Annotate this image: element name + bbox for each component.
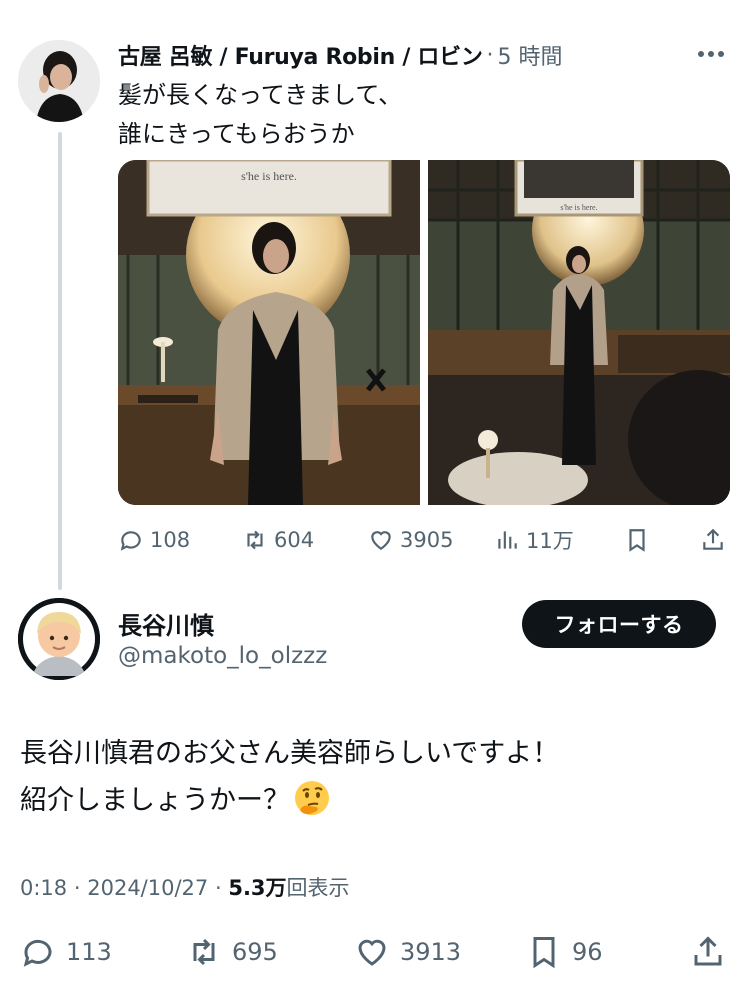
avatar[interactable]	[18, 40, 100, 122]
thinking-face-icon	[295, 781, 329, 815]
user-handle[interactable]: @makoto_lo_olzzz	[118, 643, 327, 669]
tweet-text: 髪が長くなってきまして、 誰にきってもらおうか	[118, 76, 678, 154]
tweet-text-line: 長谷川慎君のお父さん美容師らしいですよ！	[20, 738, 560, 769]
reply-button[interactable]: 113	[20, 934, 186, 970]
tweet-text-line-2: 紹介しましょうかー？	[20, 777, 720, 824]
photo-sign: s'he is here.	[241, 169, 297, 183]
reply-count: 113	[66, 938, 112, 966]
like-button[interactable]: 3913	[354, 934, 526, 970]
views-button[interactable]: 11万	[494, 525, 624, 555]
like-button[interactable]: 3905	[368, 527, 494, 553]
photo-2[interactable]: s'he is here.	[428, 160, 730, 505]
separator: ·	[73, 876, 81, 900]
tweet-header: 古屋 呂敏 / Furuya Robin / ロビン · 5 時間	[118, 38, 720, 72]
tweet-meta: 0:18 · 2024/10/27 · 5.3万回表示	[20, 872, 350, 902]
reply-icon	[23, 939, 52, 967]
retweet-icon	[193, 938, 215, 966]
reply-count: 108	[150, 528, 191, 552]
like-icon	[358, 939, 386, 966]
retweet-button[interactable]: 695	[186, 934, 354, 970]
post-time[interactable]: 0:18	[20, 876, 67, 900]
like-icon	[371, 531, 391, 550]
tweet-text-line: 髪が長くなってきまして、	[118, 81, 403, 109]
timestamp[interactable]: 5 時間	[498, 39, 563, 71]
share-icon	[694, 936, 722, 966]
display-name[interactable]: 長谷川慎	[118, 606, 214, 641]
like-count: 3913	[400, 938, 462, 966]
share-button[interactable]	[700, 527, 730, 553]
bookmark-button[interactable]	[624, 527, 700, 553]
retweet-count: 604	[274, 528, 315, 552]
retweet-button[interactable]: 604	[242, 527, 368, 553]
follow-button[interactable]: フォローする	[522, 600, 716, 648]
separator: ·	[486, 42, 494, 68]
view-count: 11万	[526, 529, 574, 553]
tweet-text: 長谷川慎君のお父さん美容師らしいですよ！ 紹介しましょうかー？	[20, 730, 720, 824]
thread-line	[58, 132, 62, 590]
media-grid: s'he is here. s'he is here.	[118, 160, 730, 505]
tweet-actions: 113 695 3913 96	[20, 930, 732, 974]
share-icon	[703, 528, 723, 550]
view-label: 回表示	[286, 876, 350, 900]
share-button[interactable]	[690, 934, 730, 970]
view-count: 5.3万	[228, 876, 287, 900]
retweet-icon	[247, 530, 263, 550]
tweet-actions: 108 604 3905 11万	[118, 522, 730, 558]
tweet-text-segment: 紹介しましょうかー？	[20, 785, 290, 816]
more-icon[interactable]	[698, 44, 728, 64]
tweet-text-line: 誰にきってもらおうか	[118, 120, 355, 148]
reply-button[interactable]: 108	[118, 527, 242, 553]
post-date[interactable]: 2024/10/27	[87, 876, 208, 900]
bookmark-button[interactable]: 96	[526, 934, 690, 970]
bookmark-icon	[629, 529, 645, 552]
photo-1[interactable]: s'he is here.	[118, 160, 420, 505]
avatar[interactable]	[18, 598, 100, 680]
bookmark-icon	[533, 937, 555, 969]
views-icon	[498, 531, 517, 549]
separator: ·	[214, 876, 222, 900]
like-count: 3905	[400, 528, 454, 552]
bookmark-count: 96	[572, 938, 603, 966]
reply-icon	[120, 531, 141, 551]
photo-sign: s'he is here.	[560, 203, 597, 212]
retweet-count: 695	[232, 938, 278, 966]
author-name[interactable]: 古屋 呂敏 / Furuya Robin / ロビン	[118, 39, 483, 71]
